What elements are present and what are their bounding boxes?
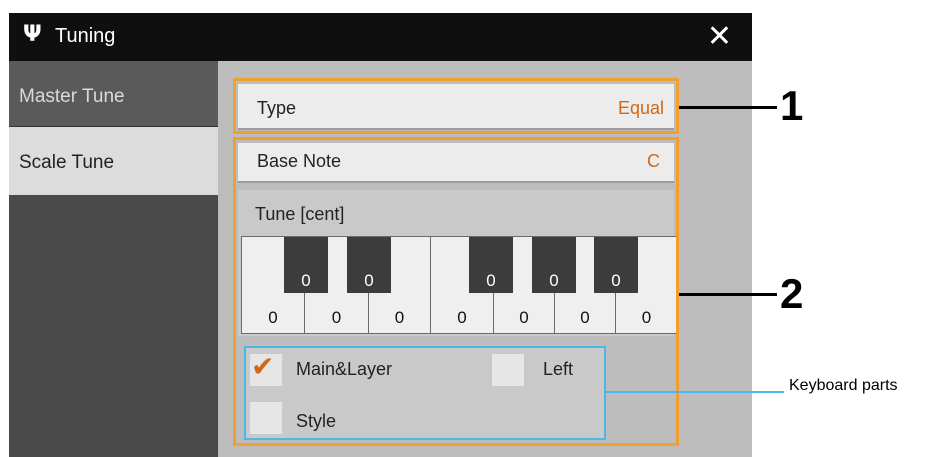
black-key-a-sharp[interactable]: 0 bbox=[594, 237, 638, 293]
white-key-value: 0 bbox=[331, 308, 342, 327]
keyboard-parts-callout: Keyboard parts bbox=[789, 377, 898, 394]
white-key-value: 0 bbox=[519, 308, 529, 327]
base-note-selector[interactable]: Base Note C bbox=[238, 143, 674, 183]
tab-label: Scale Tune bbox=[19, 152, 115, 173]
callout-line-2 bbox=[679, 293, 777, 296]
close-icon[interactable]: ✕ bbox=[707, 19, 732, 54]
title-bar: Ψ Tuning ✕ bbox=[9, 13, 752, 61]
style-checkbox[interactable] bbox=[250, 402, 282, 434]
white-key-value: 0 bbox=[580, 308, 590, 327]
tuning-fork-icon: Ψ bbox=[23, 22, 42, 47]
main-layer-label: Main&Layer bbox=[296, 359, 393, 379]
black-key-value: 0 bbox=[486, 271, 496, 290]
white-key-value: 0 bbox=[641, 308, 652, 327]
base-note-label: Base Note bbox=[257, 151, 342, 171]
keyboard-parts-panel: ✔ Main&Layer Left Style bbox=[244, 346, 606, 440]
tune-label: Tune [cent] bbox=[255, 204, 345, 224]
black-key-value: 0 bbox=[301, 271, 311, 290]
black-key-f-sharp[interactable]: 0 bbox=[469, 237, 513, 293]
tab-label: Master Tune bbox=[19, 86, 125, 107]
black-key-d-sharp[interactable]: 0 bbox=[347, 237, 391, 293]
black-key-value: 0 bbox=[549, 271, 559, 290]
base-note-value: C bbox=[647, 151, 660, 171]
black-key-value: 0 bbox=[364, 271, 374, 290]
callout-number-1: 1 bbox=[780, 82, 804, 129]
black-key-c-sharp[interactable]: 0 bbox=[284, 237, 328, 293]
style-label: Style bbox=[296, 411, 337, 431]
left-label: Left bbox=[543, 359, 574, 379]
type-value: Equal bbox=[617, 98, 664, 118]
white-key-value: 0 bbox=[268, 308, 278, 327]
white-key-value: 0 bbox=[457, 308, 467, 327]
checkmark-icon: ✔ bbox=[251, 350, 275, 383]
black-key-g-sharp[interactable]: 0 bbox=[532, 237, 576, 293]
sidebar: Master Tune Scale Tune bbox=[9, 61, 218, 457]
type-label: Type bbox=[257, 98, 297, 118]
type-selector[interactable]: Type Equal bbox=[238, 84, 674, 130]
main-layer-checkbox[interactable]: ✔ bbox=[250, 350, 282, 386]
callout-line-1 bbox=[679, 106, 777, 109]
tab-scale-tune[interactable]: Scale Tune bbox=[9, 127, 218, 195]
white-key-value: 0 bbox=[394, 308, 405, 327]
tab-master-tune[interactable]: Master Tune bbox=[9, 61, 218, 127]
left-checkbox[interactable] bbox=[492, 354, 524, 386]
window-title: Tuning bbox=[55, 25, 116, 47]
keyboard-parts-line bbox=[606, 391, 784, 393]
callout-number-2: 2 bbox=[780, 270, 804, 317]
black-key-value: 0 bbox=[611, 271, 621, 290]
